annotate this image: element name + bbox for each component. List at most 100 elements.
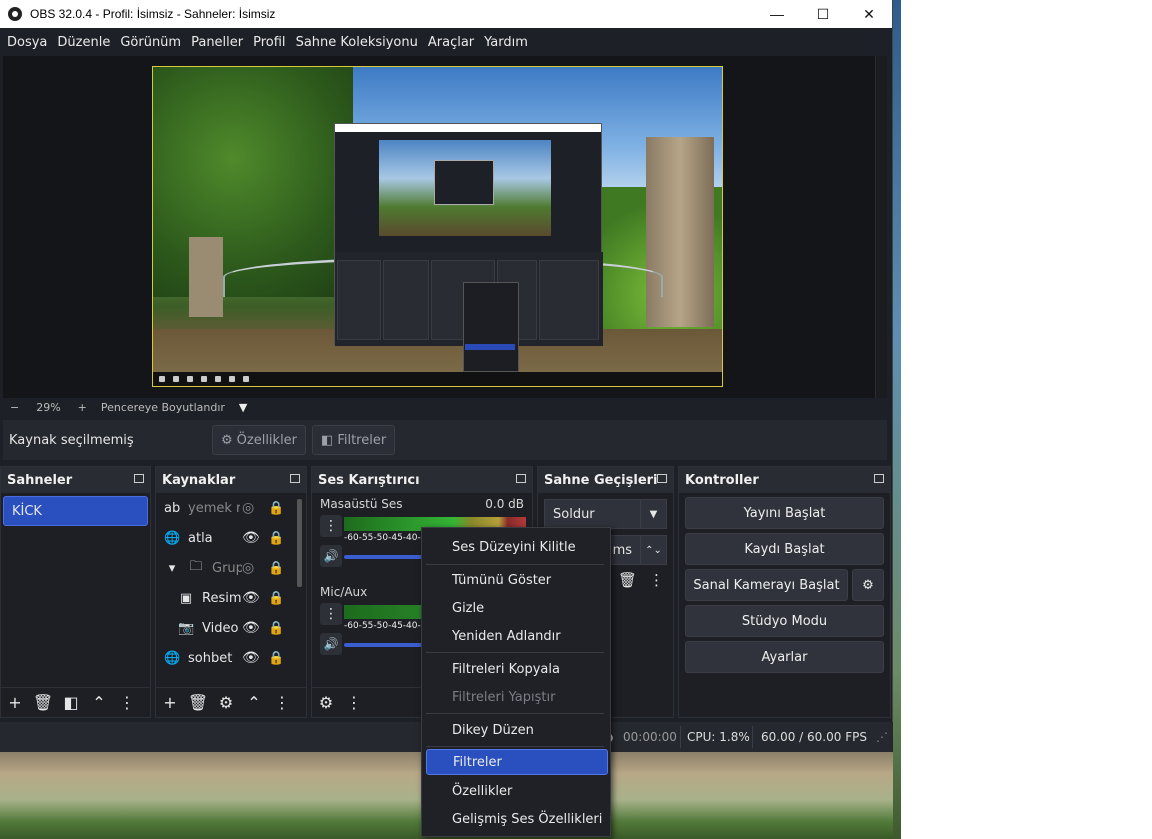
start-recording-button[interactable]: Kaydı Başlat (685, 533, 884, 565)
channel-menu-icon[interactable]: ⋮ (320, 515, 342, 537)
source-item[interactable]: ab yemek r ◎ 🔒 (156, 493, 306, 523)
lock-icon[interactable]: 🔒 (268, 621, 284, 636)
menu-item-copy-filters[interactable]: Filtreleri Kopyala (426, 656, 608, 682)
menu-help[interactable]: Yardım (479, 35, 533, 50)
preview-scrollbar[interactable] (875, 56, 887, 398)
undock-icon[interactable] (874, 474, 884, 483)
menu-item-rename[interactable]: Yeniden Adlandır (426, 623, 608, 649)
studio-mode-button[interactable]: Stüdyo Modu (685, 605, 884, 637)
source-item[interactable]: 🌐 sohbet 👁 🔒 (156, 643, 306, 673)
more-icon[interactable]: ⋮ (113, 689, 141, 717)
speaker-icon[interactable]: 🔊 (320, 633, 342, 655)
source-toolbar: Kaynak seçilmemiş ⚙ Özellikler ◧ Filtreler (3, 420, 887, 460)
filter-icon: ◧ (321, 432, 334, 448)
scene-filters-icon[interactable]: ◧ (57, 689, 85, 717)
source-item[interactable]: ▣ Resim 👁 🔒 (156, 583, 306, 613)
sources-scrollbar[interactable] (297, 499, 302, 587)
more-icon[interactable]: ⋮ (649, 571, 664, 589)
menu-item-paste-filters: Filtreleri Yapıştır (452, 689, 556, 705)
undock-icon[interactable] (134, 474, 144, 483)
menu-file[interactable]: Dosya (2, 35, 52, 50)
record-time: 00:00:00 (623, 730, 677, 744)
canvas-taskbar (153, 372, 722, 386)
add-scene-button[interactable]: + (1, 689, 29, 717)
menu-item-properties[interactable]: Özellikler (426, 778, 608, 804)
source-properties-icon[interactable]: ⚙ (212, 689, 240, 717)
zoom-mode[interactable]: Pencereye Boyutlandır (94, 401, 232, 414)
source-item[interactable]: 📷 Video 👁 🔒 (156, 613, 306, 643)
virtual-camera-settings-icon[interactable]: ⚙ (852, 569, 884, 601)
cpu-usage: CPU: 1.8% (687, 730, 750, 744)
transition-select[interactable]: Soldur ▼ (544, 499, 667, 529)
start-streaming-button[interactable]: Yayını Başlat (685, 497, 884, 529)
source-item[interactable]: 🌐 atla 👁 🔒 (156, 523, 306, 553)
channel-db: 0.0 dB (485, 497, 524, 511)
menu-item-filters[interactable]: Filtreler (426, 749, 608, 775)
menu-edit[interactable]: Düzenle (52, 35, 115, 50)
text-icon: ab (164, 500, 181, 516)
more-icon[interactable]: ⋮ (340, 689, 368, 717)
move-up-icon[interactable]: ⌃ (85, 689, 113, 717)
scene-item[interactable]: KİCK (3, 496, 148, 526)
more-icon[interactable]: ⋮ (268, 689, 296, 717)
menu-docks[interactable]: Paneller (186, 35, 248, 50)
eye-icon[interactable]: 👁 (242, 530, 260, 546)
preview-area[interactable] (3, 56, 887, 398)
nested-context-menu (463, 282, 519, 372)
remove-transition-icon[interactable]: 🗑 (618, 571, 637, 589)
remove-scene-icon[interactable]: 🗑 (29, 689, 57, 717)
menu-tools[interactable]: Araçlar (423, 35, 479, 50)
eye-icon[interactable]: 👁 (242, 590, 260, 606)
menu-item-show-all[interactable]: Tümünü Göster (426, 567, 608, 593)
menu-item-vertical-layout[interactable]: Dikey Düzen (426, 717, 608, 743)
desktop-wallpaper-strip (893, 0, 901, 839)
speaker-icon[interactable]: 🔊 (320, 545, 342, 567)
lock-icon[interactable]: 🔒 (268, 531, 284, 546)
channel-menu-icon[interactable]: ⋮ (320, 603, 342, 625)
mixer-settings-icon[interactable]: ⚙ (312, 689, 340, 717)
sources-footer: + 🗑 ⚙ ⌃ ⋮ (156, 687, 306, 717)
undock-icon[interactable] (657, 474, 667, 483)
maximize-button[interactable]: ☐ (800, 0, 846, 28)
zoom-in-button[interactable]: + (71, 401, 94, 414)
desktop-background-right (893, 0, 1152, 839)
preview-canvas[interactable] (152, 66, 723, 387)
lock-icon[interactable]: 🔒 (268, 651, 284, 666)
scenes-title: Sahneler (7, 472, 73, 488)
eye-icon[interactable]: 👁 (242, 650, 260, 666)
menu-item-advanced-audio-properties[interactable]: Gelişmiş Ses Özellikleri (426, 806, 608, 832)
dropdown-arrow-icon: ▼ (640, 500, 666, 528)
lock-icon[interactable]: 🔒 (268, 501, 284, 516)
undock-icon[interactable] (516, 474, 526, 483)
properties-button[interactable]: ⚙ Özellikler (212, 425, 307, 455)
collapse-icon[interactable]: ▾ (164, 561, 180, 576)
move-up-icon[interactable]: ⌃ (240, 689, 268, 717)
mixer-title: Ses Karıştırıcı (318, 472, 420, 488)
menu-profile[interactable]: Profil (248, 35, 290, 50)
channel-name: Masaüstü Ses (320, 497, 403, 511)
undock-icon[interactable] (290, 474, 300, 483)
eye-hidden-icon[interactable]: ◎ (242, 500, 254, 516)
eye-hidden-icon[interactable]: ◎ (242, 560, 254, 576)
lock-icon[interactable]: 🔒 (268, 561, 284, 576)
scenes-footer: + 🗑 ◧ ⌃ ⋮ (1, 687, 150, 717)
menu-item-hide[interactable]: Gizle (426, 595, 608, 621)
lock-icon[interactable]: 🔒 (268, 591, 284, 606)
menu-scene-collection[interactable]: Sahne Koleksiyonu (291, 35, 423, 50)
start-virtual-camera-button[interactable]: Sanal Kamerayı Başlat (685, 569, 848, 601)
menu-item-lock-volume[interactable]: Ses Düzeyini Kilitle (426, 534, 608, 560)
eye-icon[interactable]: 👁 (242, 620, 260, 636)
menu-view[interactable]: Görünüm (115, 35, 186, 50)
close-button[interactable]: ✕ (846, 0, 892, 28)
settings-button[interactable]: Ayarlar (685, 641, 884, 673)
zoom-out-button[interactable]: − (3, 401, 26, 414)
add-source-button[interactable]: + (156, 689, 184, 717)
zoom-mode-chevron-icon[interactable]: ▼ (232, 401, 254, 414)
filters-button[interactable]: ◧ Filtreler (312, 425, 396, 455)
camera-icon: 📷 (178, 620, 195, 636)
remove-source-icon[interactable]: 🗑 (184, 689, 212, 717)
minimize-button[interactable]: — (754, 0, 800, 28)
resize-grip-icon[interactable]: ⋰ (876, 730, 888, 744)
source-item[interactable]: ▾ 🗀 Grup ◎ 🔒 (156, 553, 306, 583)
context-menu: Ses Düzeyini Kilitle Tümünü Göster Gizle… (421, 527, 611, 837)
